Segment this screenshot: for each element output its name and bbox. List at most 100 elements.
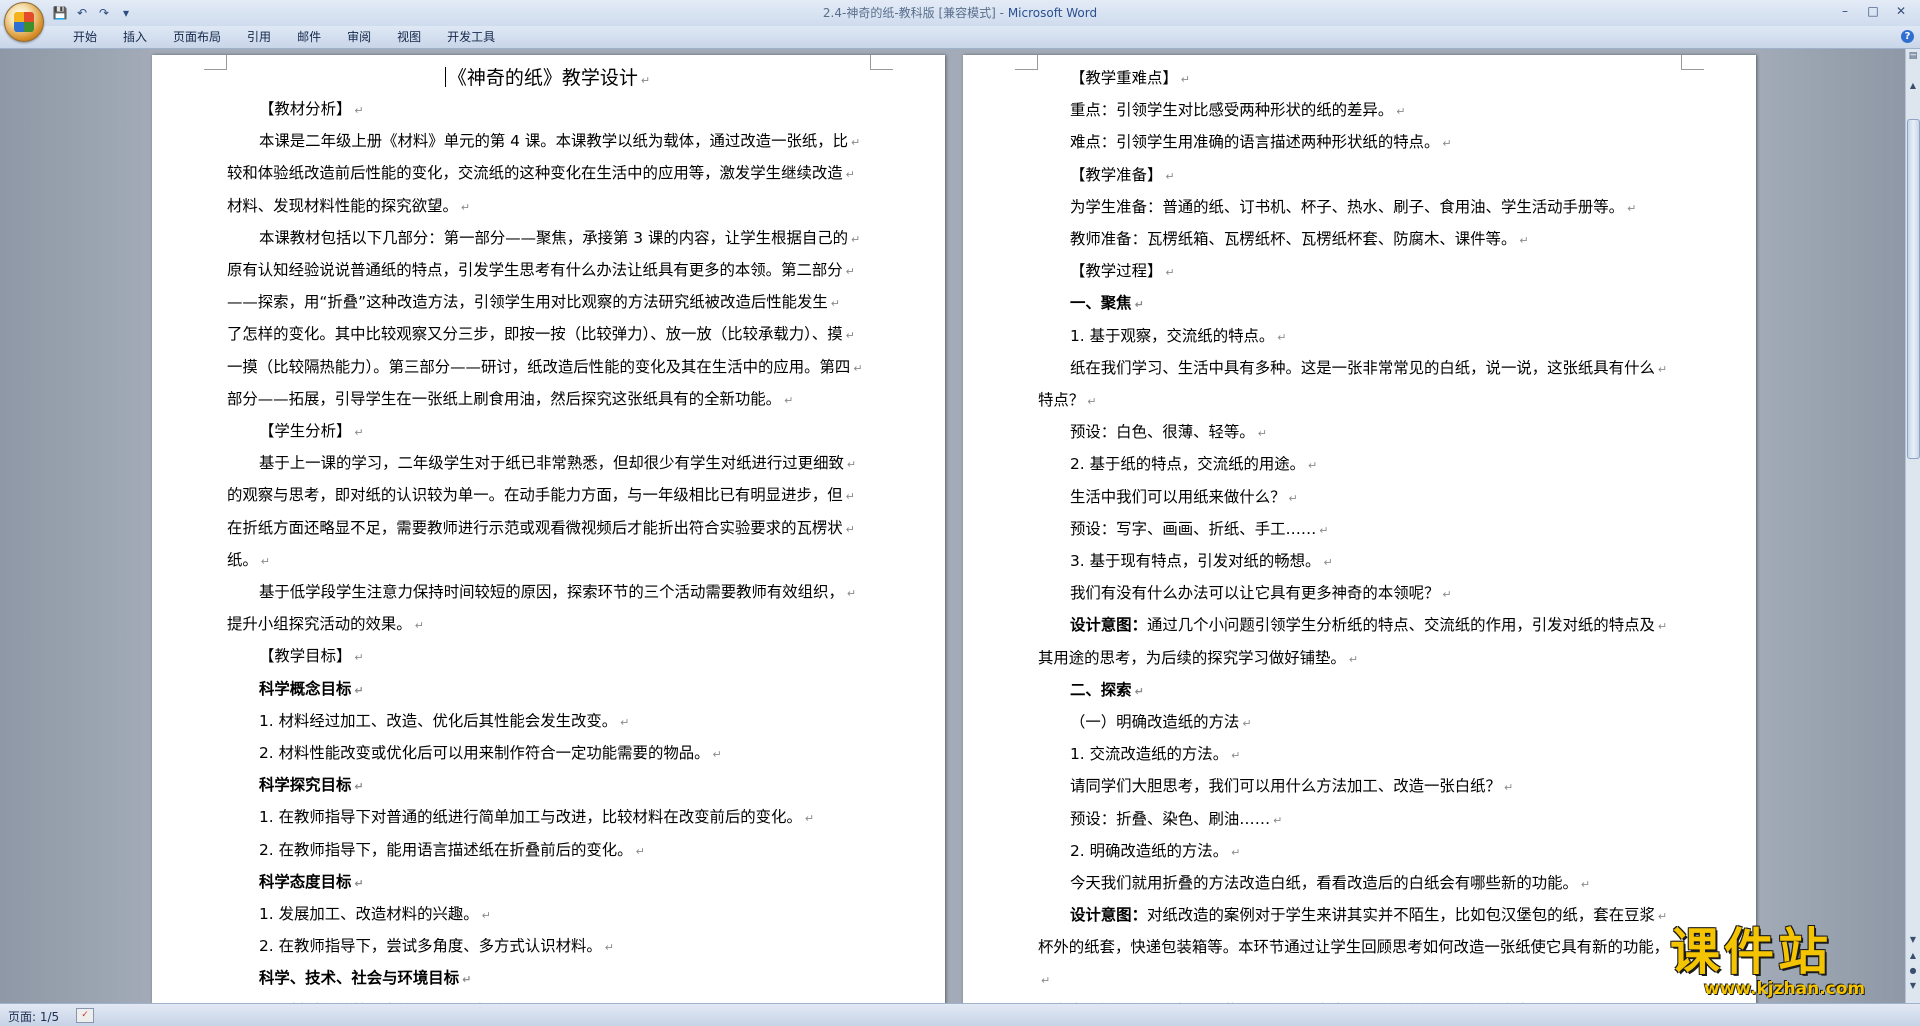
paragraph-mark-icon: ↵ xyxy=(635,844,645,858)
previous-page-icon[interactable]: ▲ xyxy=(1907,949,1919,962)
document-name: 2.4-神奇的纸-教科版 [兼容模式] xyxy=(822,6,996,20)
document-line: 科学、技术、社会与环境目标 ↵ xyxy=(227,963,868,995)
help-icon[interactable]: ? xyxy=(1901,30,1914,43)
document-line: 【教材分析】 ↵ xyxy=(227,94,868,126)
document-title: 《神奇的纸》教学设计 ↵ xyxy=(227,63,868,93)
paragraph-mark-icon: ↵ xyxy=(1348,652,1359,666)
page-indicator[interactable]: 页面: 1/5 xyxy=(8,1008,59,1025)
line-text: 1. 基于观察，交流纸的特点。 xyxy=(1070,326,1275,345)
app-name: Microsoft Word xyxy=(1007,6,1098,20)
line-text: 科学概念目标 xyxy=(259,679,352,698)
line-text: 设计意图：对纸改造的案例对于学生来讲其实并不陌生，比如包汉堡包的纸，套在豆浆 xyxy=(1070,906,1655,925)
document-line: 杯外的纸套，快递包装箱等。本环节通过让学生回顾思考如何改造一张纸使它具有新的功能… xyxy=(1038,932,1681,995)
line-text: 在折纸方面还略显不足，需要教师进行示范或观看微视频后才能折出符合实验要求的瓦楞状 xyxy=(227,518,843,537)
line-text: 预设：白色、很薄、轻等。 xyxy=(1070,423,1255,442)
proofing-icon[interactable]: ✓ xyxy=(76,1008,94,1023)
paragraph-mark-icon: ↵ xyxy=(1231,845,1241,859)
line-text: 【教学准备】 xyxy=(1070,165,1163,184)
paragraph-mark-icon: ↵ xyxy=(1180,73,1190,86)
ribbon-tab[interactable]: 页面布局 xyxy=(160,29,234,45)
ribbon-tab[interactable]: 插入 xyxy=(110,29,160,45)
status-bar: 页面: 1/5 ✓ xyxy=(0,1003,1920,1026)
crop-mark xyxy=(204,55,227,70)
paragraph-mark-icon: ↵ xyxy=(1165,169,1175,183)
line-text: 杯外的纸套，快递包装箱等。本环节通过让学生回顾思考如何改造一张纸使它具有新的功能… xyxy=(1038,938,1670,957)
paragraph-mark-icon: ↵ xyxy=(845,522,855,536)
document-line: 科学探究目标 ↵ xyxy=(227,770,868,802)
ribbon-tab[interactable]: 邮件 xyxy=(284,29,334,45)
paragraph-mark-icon: ↵ xyxy=(1257,427,1267,441)
line-text: 3. 基于现有特点，引发对纸的畅想。 xyxy=(1070,552,1321,571)
paragraph-mark-icon: ↵ xyxy=(354,780,364,794)
document-line: 基于低学段学生注意力保持时间较短的原因，探索环节的三个活动需要教师有效组织， ↵ xyxy=(227,577,868,609)
paragraph-mark-icon: ↵ xyxy=(1165,266,1175,280)
document-line: 【学生分析】 ↵ xyxy=(227,416,868,448)
line-text: 纸。 xyxy=(227,550,258,569)
minimize-icon[interactable]: – xyxy=(1832,2,1858,20)
line-text: 请同学们大胆思考，我们可以用什么方法加工、改造一张白纸？ xyxy=(1070,777,1501,796)
vertical-scrollbar[interactable]: ▤ ▲ ▼ ▲ ● ▼ xyxy=(1905,49,1920,1003)
line-text: 部分——拓展，引导学生在一张纸上刷食用油，然后探究这张纸具有的全新功能。 xyxy=(227,389,782,408)
paragraph-mark-icon: ↵ xyxy=(845,490,855,504)
page-1-text[interactable]: 《神奇的纸》教学设计 ↵ 【教材分析】 ↵ 本课是二年级上册《材料》单元的第 4 课。… xyxy=(227,63,868,1003)
paragraph-mark-icon: ↵ xyxy=(354,683,364,697)
document-line: 今天我们就用折叠的方法改造白纸，看看改造后的白纸会有哪些新的功能。 ↵ xyxy=(1038,868,1681,900)
line-text: 提升小组探究活动的效果。 xyxy=(227,615,412,634)
next-page-icon[interactable]: ▼ xyxy=(1907,979,1919,992)
line-text: 2. 明确改造纸的方法。 xyxy=(1070,841,1229,860)
paragraph-mark-icon: ↵ xyxy=(1519,234,1529,248)
document-line: 预设：写字、画画、折纸、手工…… ↵ xyxy=(1038,514,1681,546)
paragraph-mark-icon: ↵ xyxy=(1627,201,1637,215)
scroll-up-icon[interactable]: ▲ xyxy=(1907,79,1919,93)
document-line: 纸。 ↵ xyxy=(227,545,868,577)
paragraph-mark-icon: ↵ xyxy=(414,619,424,633)
line-text: 1. 交流改造纸的方法。 xyxy=(1070,745,1229,764)
paragraph-mark-icon: ↵ xyxy=(845,265,855,279)
line-text: 【学生分析】 xyxy=(259,422,352,441)
document-page-1: 《神奇的纸》教学设计 ↵ 【教材分析】 ↵ 本课是二年级上册《材料》单元的第 4 课。… xyxy=(152,55,945,1003)
line-text: 本课是二年级上册《材料》单元的第 4 课。本课教学以纸为载体，通过改造一张纸，比 xyxy=(259,132,849,151)
document-line: 本课是二年级上册《材料》单元的第 4 课。本课教学以纸为载体，通过改造一张纸，比… xyxy=(227,126,868,158)
document-line: 在折纸方面还略显不足，需要教师进行示范或观看微视频后才能折出符合实验要求的瓦楞状… xyxy=(227,513,868,545)
document-line: 1. 发展加工、改造材料的兴趣。 ↵ xyxy=(227,899,868,931)
paragraph-mark-icon: ↵ xyxy=(830,297,841,311)
paragraph-mark-icon: ↵ xyxy=(846,587,857,601)
paragraph-mark-icon: ↵ xyxy=(1580,878,1591,892)
paragraph-mark-icon: ↵ xyxy=(620,715,630,729)
document-line: 2. 在教师指导下，尝试多角度、多方式认识材料。 ↵ xyxy=(227,931,868,963)
ribbon-tab[interactable]: 审阅 xyxy=(334,29,384,45)
line-text: 科学态度目标 xyxy=(259,872,352,891)
document-line: 1. 交流改造纸的方法。 ↵ xyxy=(1038,739,1681,771)
maximize-icon[interactable]: □ xyxy=(1860,2,1886,20)
scroll-down-icon[interactable]: ▼ xyxy=(1907,933,1919,946)
paragraph-mark-icon: ↵ xyxy=(845,329,855,343)
paragraph-mark-icon: ↵ xyxy=(354,651,364,665)
paragraph-mark-icon: ↵ xyxy=(604,941,614,955)
document-line: 为学生准备：普通的纸、订书机、杯子、热水、刷子、食用油、学生活动手册等。 ↵ xyxy=(1038,192,1681,224)
crop-mark xyxy=(870,55,893,70)
document-line: 设计意图：对纸改造的案例对于学生来讲其实并不陌生，比如包汉堡包的纸，套在豆浆 ↵ xyxy=(1038,900,1681,932)
line-text: 纸在我们学习、生活中具有多种。这是一张非常常见的白纸，说一说，这张纸具有什么 xyxy=(1070,358,1655,377)
line-text: 设计意图：通过几个小问题引领学生分析纸的特点、交流纸的作用，引发对纸的特点及 xyxy=(1070,616,1655,635)
select-browse-object-icon[interactable]: ● xyxy=(1907,964,1919,977)
line-text: 【教学过程】 xyxy=(1070,262,1163,281)
line-text: 较和体验纸改造前后性能的变化，交流纸的这种变化在生活中的应用等，激发学生继续改造 xyxy=(227,164,843,183)
office-button[interactable] xyxy=(4,2,44,42)
line-text: 教师准备：瓦楞纸箱、瓦楞纸杯、瓦楞纸杯套、防腐木、课件等。 xyxy=(1070,230,1517,249)
line-text: 重点：引领学生对比感受两种形状的纸的差异。 xyxy=(1070,101,1394,120)
document-line: 教师准备：瓦楞纸箱、瓦楞纸杯、瓦楞纸杯套、防腐木、课件等。 ↵ xyxy=(1038,224,1681,256)
paragraph-mark-icon: ↵ xyxy=(640,74,651,87)
ribbon-tab[interactable]: 视图 xyxy=(384,29,434,45)
scroll-thumb[interactable] xyxy=(1907,119,1920,459)
paragraph-mark-icon: ↵ xyxy=(1134,298,1144,312)
paragraph-mark-icon: ↵ xyxy=(1242,717,1252,731)
close-icon[interactable]: ✕ xyxy=(1888,2,1914,20)
page-2-text[interactable]: 【教学重难点】 ↵ 重点：引领学生对比感受两种形状的纸的差异。 ↵ 难点：引领学生用准确… xyxy=(1038,63,1681,1003)
document-line: 了解材料会随着人类的需要而不断改进。↵ xyxy=(227,996,868,1003)
ribbon-tab[interactable]: 开始 xyxy=(60,29,110,45)
document-line: 的观察与思考，即对纸的认识较为单一。在动手能力方面，与一年级相比已有明显进步，但… xyxy=(227,480,868,512)
view-ruler-icon[interactable]: ▤ xyxy=(1907,51,1919,63)
document-title-text: 《神奇的纸》教学设计 xyxy=(447,67,638,89)
ribbon-tab[interactable]: 开发工具 xyxy=(434,29,508,45)
ribbon-tab[interactable]: 引用 xyxy=(234,29,284,45)
